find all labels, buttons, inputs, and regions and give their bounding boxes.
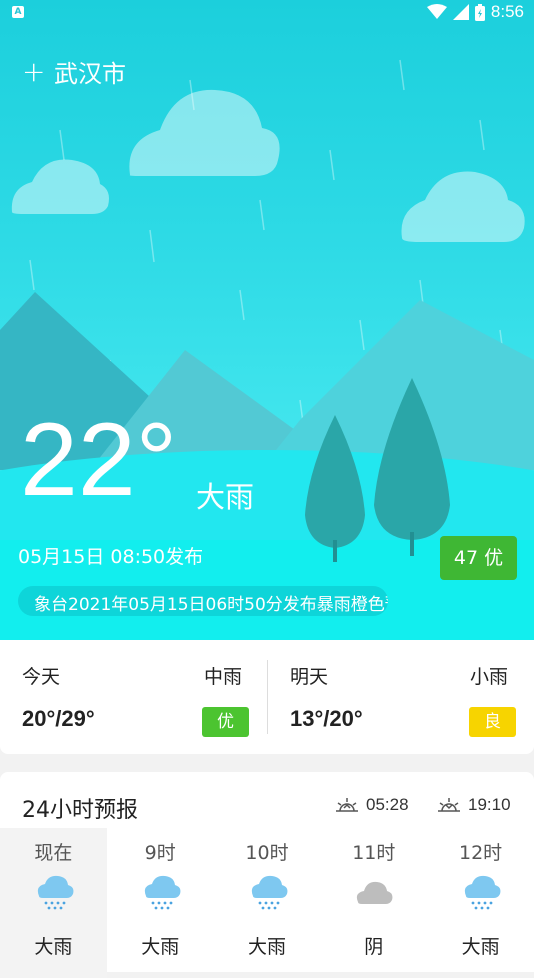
city-name: 武汉市 [54, 60, 126, 88]
rain-icon [251, 875, 288, 910]
tomorrow-temp-range: 13°/20° [290, 706, 363, 731]
hour-time: 9时 [144, 842, 176, 864]
rain-icon [465, 875, 501, 910]
sunset-icon [438, 798, 460, 812]
city-selector[interactable]: + 武汉市 [22, 54, 126, 89]
current-temperature: 22° [20, 402, 178, 518]
weather-hero: A 8:56 + 武汉市 22° 大雨 05月15日 08:50发布 47 优 … [0, 0, 534, 640]
rain-icon [144, 875, 181, 910]
hourly-list[interactable]: 现在 大雨 9时 大雨 10时 大雨 11时 阴 12时 大雨 [0, 828, 534, 978]
rain-icon [37, 875, 74, 910]
signal-icon [452, 4, 469, 20]
sunrise-time: 05:28 [366, 795, 409, 814]
publish-time: 05月15日 08:50发布 [18, 546, 204, 568]
plus-icon[interactable]: + [22, 57, 45, 86]
hour-item-9[interactable]: 9时 大雨 [107, 828, 214, 978]
tomorrow-label: 明天 [290, 666, 329, 688]
today-condition: 中雨 [204, 666, 243, 688]
app-notification-icon: A [12, 6, 24, 18]
daily-summary-card: 今天 中雨 20°/29° 优 明天 小雨 13°/20° 良 [0, 640, 534, 754]
battery-icon [474, 3, 485, 21]
hour-time: 11时 [352, 842, 396, 864]
status-time: 8:56 [490, 2, 524, 21]
hour-item-now[interactable]: 现在 大雨 [0, 828, 107, 978]
hourly-forecast-card: 24小时预报 05:28 19:10 现在 大雨 9时 大雨 10时 大雨 11… [0, 772, 534, 978]
wifi-icon [426, 4, 447, 19]
weather-alert-text: 象台2021年05月15日06时50分发布暴雨橙色预警 [34, 595, 388, 615]
tomorrow-aqi-badge: 良 [469, 707, 516, 737]
hour-condition: 大雨 [461, 936, 500, 958]
today-temp-range: 20°/29° [22, 706, 95, 731]
hourly-title: 24小时预报 [22, 798, 138, 823]
sunrise: 05:28 [334, 794, 409, 816]
hour-condition: 大雨 [34, 936, 73, 958]
sunset-time: 19:10 [468, 795, 511, 814]
aqi-badge[interactable]: 47 优 [440, 536, 517, 580]
hour-condition: 阴 [364, 936, 384, 958]
hour-time: 12时 [458, 842, 503, 864]
summary-divider [267, 660, 268, 734]
today-aqi-badge: 优 [202, 707, 249, 737]
cloud-icon [357, 881, 393, 904]
current-condition: 大雨 [196, 480, 255, 514]
today-label: 今天 [22, 666, 61, 688]
weather-alert-banner[interactable]: 象台2021年05月15日06时50分发布暴雨橙色预警 [18, 586, 388, 616]
status-bar: A 8:56 [0, 0, 534, 28]
hour-item-11[interactable]: 11时 阴 [320, 828, 427, 978]
hour-item-10[interactable]: 10时 大雨 [214, 828, 321, 978]
hour-condition: 大雨 [247, 936, 286, 958]
hour-time: 10时 [245, 842, 289, 864]
sunrise-icon [336, 798, 358, 812]
sunset: 19:10 [436, 794, 511, 816]
hour-item-12[interactable]: 12时 大雨 [427, 828, 534, 978]
tomorrow-condition: 小雨 [470, 666, 509, 688]
hour-time: 现在 [34, 842, 73, 864]
hour-condition: 大雨 [141, 936, 180, 958]
